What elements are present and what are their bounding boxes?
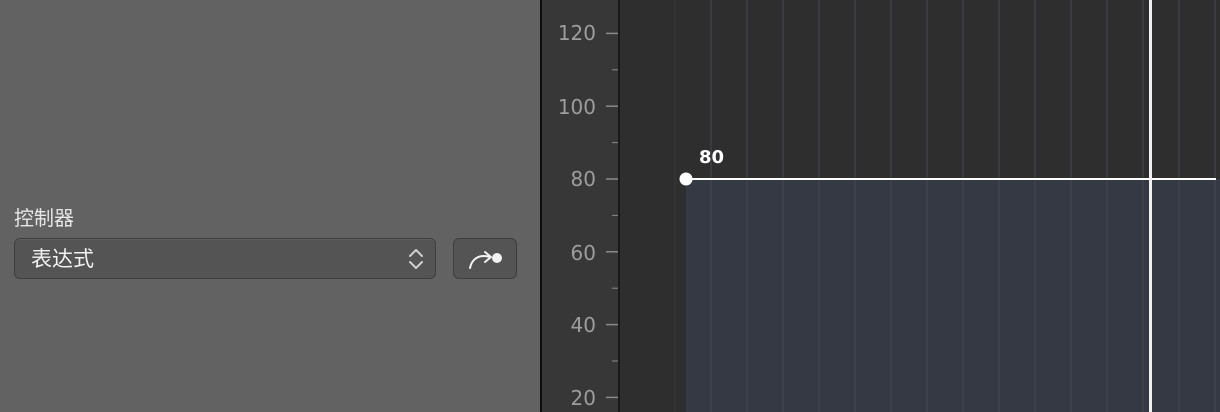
playhead[interactable] <box>1149 0 1152 412</box>
value-ruler: 120 100 80 60 40 20 <box>542 0 620 412</box>
controller-label: 控制器 <box>14 206 74 230</box>
controller-popup-value: 表达式 <box>31 247 94 271</box>
automation-graph[interactable] <box>620 0 1220 412</box>
automation-point[interactable] <box>679 172 693 186</box>
controller-popup[interactable]: 表达式 <box>14 238 436 279</box>
ruler-ticks <box>606 32 618 399</box>
automation-canvas[interactable] <box>620 0 1220 412</box>
chevron-up-down-icon <box>407 247 425 271</box>
ruler-label-40: 40 <box>570 313 596 337</box>
ruler-label-100: 100 <box>557 95 596 119</box>
ruler-label-60: 60 <box>570 241 596 265</box>
ruler-label-80: 80 <box>570 167 596 191</box>
automation-region-fill <box>686 179 1220 412</box>
ruler-label-120: 120 <box>557 21 596 45</box>
automation-point-value: 80 <box>699 147 725 168</box>
automation-editor: 控制器 表达式 120 100 80 60 40 20 80 <box>0 0 1220 412</box>
go-to-controller-button[interactable] <box>453 238 517 279</box>
arrow-to-point-icon <box>469 251 502 269</box>
inspector-panel: 控制器 表达式 <box>0 0 540 412</box>
ruler-label-20: 20 <box>570 386 596 410</box>
